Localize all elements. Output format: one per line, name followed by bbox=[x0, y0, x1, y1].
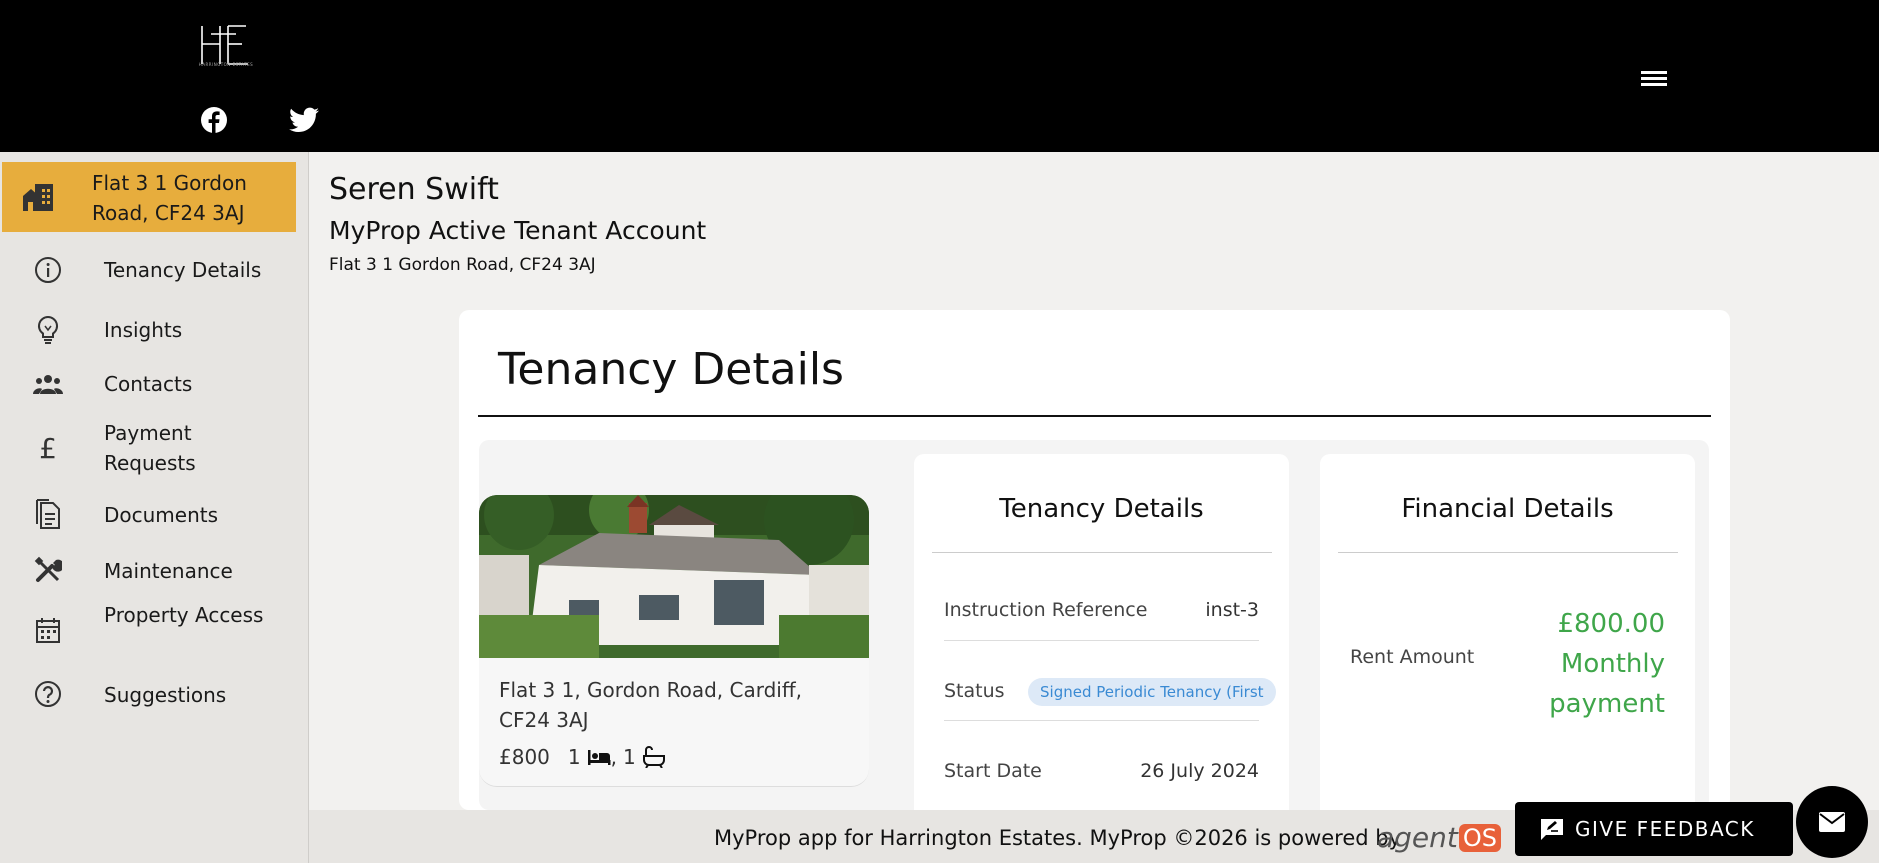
row-divider bbox=[944, 640, 1259, 641]
rent-period-line1: Monthly bbox=[1560, 649, 1665, 679]
sidebar-item-label: Tenancy Details bbox=[104, 258, 262, 282]
agentos-logo[interactable]: agent OS bbox=[1377, 821, 1502, 854]
building-icon bbox=[23, 184, 53, 211]
give-feedback-label: GIVE FEEDBACK bbox=[1575, 817, 1755, 841]
panel-divider bbox=[1338, 552, 1678, 553]
title-divider bbox=[478, 415, 1711, 417]
rent-value: £800.00 bbox=[1557, 609, 1665, 639]
instruction-reference-value: inst-3 bbox=[1205, 599, 1259, 621]
tenancy-panel: Tenancy Details Instruction Reference in… bbox=[914, 454, 1289, 810]
row-divider bbox=[944, 720, 1259, 721]
sidebar-item-label: Suggestions bbox=[104, 683, 227, 707]
sidebar-item-documents[interactable]: Documents bbox=[0, 494, 300, 538]
sidebar-item-label: Maintenance bbox=[104, 559, 233, 583]
sidebar-item-property-access[interactable]: Property Access bbox=[0, 598, 300, 662]
bath-icon bbox=[642, 746, 665, 768]
sidebar-item-maintenance[interactable]: Maintenance bbox=[0, 548, 300, 592]
financial-panel: Financial Details Rent Amount £800.00 Mo… bbox=[1320, 454, 1695, 810]
info-icon bbox=[32, 254, 64, 286]
panel-divider bbox=[932, 552, 1272, 553]
hamburger-icon[interactable] bbox=[1639, 66, 1669, 90]
agentos-logo-badge: OS bbox=[1458, 823, 1502, 852]
documents-icon bbox=[32, 498, 64, 530]
sidebar-property-label: Flat 3 1 Gordon Road, CF24 3AJ bbox=[92, 171, 247, 225]
rent-amount-value: £800.00 Monthly payment bbox=[1505, 604, 1665, 724]
twitter-icon[interactable] bbox=[288, 104, 320, 136]
financial-panel-title: Financial Details bbox=[1401, 494, 1614, 524]
agentos-logo-text: agent bbox=[1377, 821, 1458, 854]
sidebar-item-contacts[interactable]: Contacts bbox=[0, 364, 300, 404]
status-label: Status bbox=[944, 680, 1005, 702]
bed-count: 1 bbox=[567, 745, 581, 769]
rent-amount-label: Rent Amount bbox=[1350, 646, 1475, 668]
user-name: Seren Swift bbox=[329, 172, 499, 207]
sidebar-item-label: Payment Requests bbox=[104, 421, 196, 475]
account-title: MyProp Active Tenant Account bbox=[329, 216, 707, 245]
status-badge: Signed Periodic Tenancy (First bbox=[1028, 678, 1276, 706]
sidebar-item-label: Contacts bbox=[104, 372, 193, 396]
sidebar-property-selector[interactable]: Flat 3 1 Gordon Road, CF24 3AJ bbox=[2, 162, 296, 232]
give-feedback-button[interactable]: GIVE FEEDBACK bbox=[1515, 802, 1793, 856]
tenancy-details-card: Tenancy Details Flat 3 1, Gordon Road, C… bbox=[459, 310, 1730, 810]
tools-icon bbox=[32, 554, 64, 586]
question-icon bbox=[32, 678, 64, 710]
pound-icon: £ bbox=[39, 431, 57, 465]
logo-subtitle: HARRINGTON ESTATES bbox=[198, 62, 254, 67]
footer-text: MyProp app for Harrington Estates. MyPro… bbox=[714, 826, 1402, 850]
account-address: Flat 3 1 Gordon Road, CF24 3AJ bbox=[329, 255, 596, 275]
feedback-icon bbox=[1541, 819, 1563, 840]
people-icon bbox=[32, 368, 64, 400]
start-date-label: Start Date bbox=[944, 760, 1042, 782]
sidebar-item-label: Insights bbox=[104, 318, 183, 342]
property-address: Flat 3 1, Gordon Road, Cardiff, CF24 3AJ bbox=[499, 678, 802, 732]
property-meta: £800 1 , 1 bbox=[499, 745, 666, 769]
instruction-reference-label: Instruction Reference bbox=[944, 599, 1148, 621]
sidebar-item-tenancy-details[interactable]: Tenancy Details bbox=[0, 250, 300, 290]
bed-icon bbox=[587, 750, 611, 765]
details-container: Flat 3 1, Gordon Road, Cardiff, CF24 3AJ… bbox=[479, 440, 1709, 810]
facebook-icon[interactable] bbox=[198, 104, 230, 136]
property-photo bbox=[479, 495, 869, 658]
mail-icon[interactable] bbox=[1796, 786, 1868, 858]
sidebar-item-label: Documents bbox=[104, 503, 219, 527]
calendar-icon bbox=[32, 614, 64, 646]
property-price: £800 bbox=[499, 745, 550, 769]
sidebar-item-label: Property Access bbox=[104, 603, 264, 627]
lightbulb-icon bbox=[32, 314, 64, 346]
top-header: HARRINGTON ESTATES bbox=[0, 0, 1879, 152]
sidebar-item-insights[interactable]: Insights bbox=[0, 310, 300, 350]
tenancy-panel-title: Tenancy Details bbox=[999, 494, 1204, 524]
property-card[interactable]: Flat 3 1, Gordon Road, Cardiff, CF24 3AJ… bbox=[479, 495, 869, 787]
page-title: Tenancy Details bbox=[498, 344, 844, 395]
rent-period-line2: payment bbox=[1549, 689, 1665, 719]
sidebar-item-suggestions[interactable]: Suggestions bbox=[0, 672, 300, 716]
bath-count: 1 bbox=[623, 745, 636, 769]
sidebar-item-payment-requests[interactable]: £ Payment Requests bbox=[0, 416, 300, 480]
sidebar: Flat 3 1 Gordon Road, CF24 3AJ Tenancy D… bbox=[0, 152, 309, 863]
start-date-value: 26 July 2024 bbox=[1140, 760, 1259, 782]
